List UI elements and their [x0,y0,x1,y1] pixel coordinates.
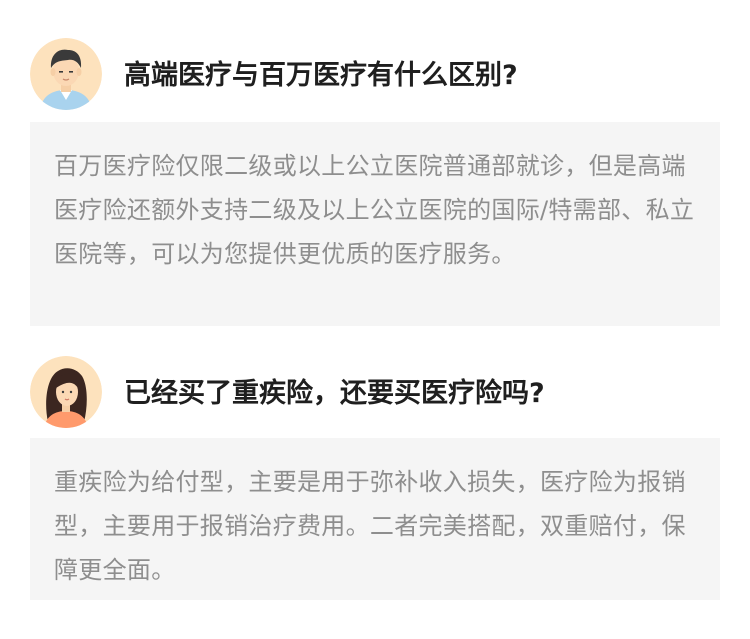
question-text: 已经买了重疾险，还要买医疗险吗? [124,378,545,409]
answer-text: 百万医疗险仅限二级或以上公立医院普通部就诊，但是高端医疗险还额外支持二级及以上公… [54,152,695,268]
question-text: 高端医疗与百万医疗有什么区别? [124,60,518,91]
qa-item-2: 已经买了重疾险，还要买医疗险吗? 重疾险为给付型，主要是用于弥补收入损失，医疗险… [0,356,750,600]
female-avatar-icon [30,356,102,428]
answer-box: 百万医疗险仅限二级或以上公立医院普通部就诊，但是高端医疗险还额外支持二级及以上公… [30,122,720,326]
question-row: 高端医疗与百万医疗有什么区别? [0,38,750,118]
qa-item-1: 高端医疗与百万医疗有什么区别? 百万医疗险仅限二级或以上公立医院普通部就诊，但是… [0,38,750,326]
answer-box: 重疾险为给付型，主要是用于弥补收入损失，医疗险为报销型，主要用于报销治疗费用。二… [30,438,720,600]
question-row: 已经买了重疾险，还要买医疗险吗? [0,356,750,436]
male-avatar-icon [30,38,102,110]
answer-text: 重疾险为给付型，主要是用于弥补收入损失，医疗险为报销型，主要用于报销治疗费用。二… [54,468,686,584]
